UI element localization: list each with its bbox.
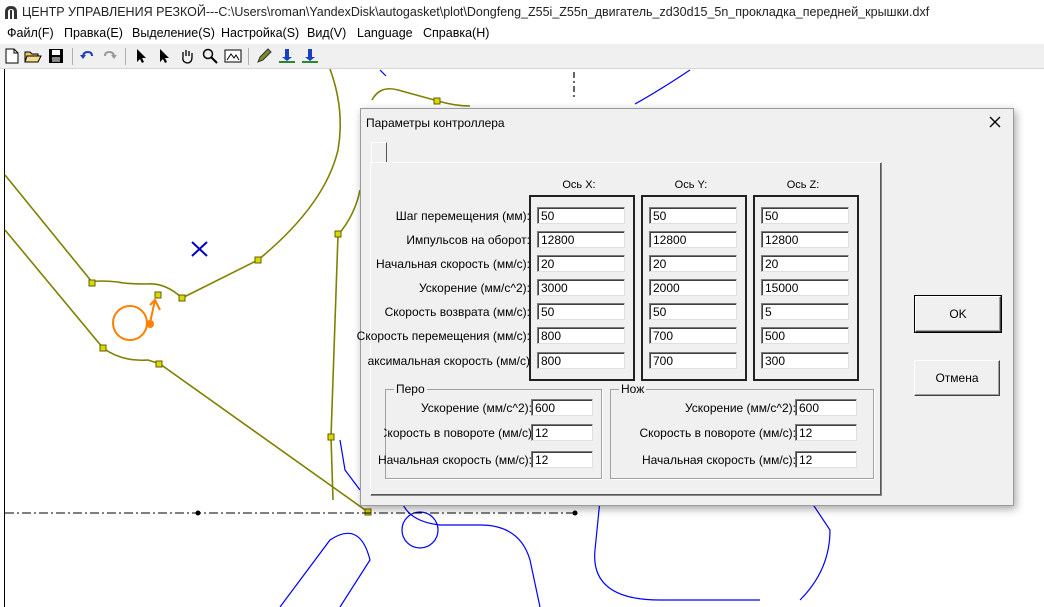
axis-y-start-speed-field[interactable]: [649, 255, 737, 272]
pen-group-title: Перо: [394, 382, 427, 396]
pen-acceleration-label: Ускорение (мм/с^2):: [420, 401, 532, 415]
axis-x-header: Ось X:: [562, 179, 596, 191]
axis-z-header: Ось Z:: [786, 179, 820, 191]
knife-start-speed-label: Начальная скорость (мм/с):: [641, 453, 796, 467]
axis-x-travel-speed-field[interactable]: [537, 327, 625, 344]
toolbar: [0, 44, 1044, 69]
menu-view[interactable]: Вид(V): [307, 26, 346, 40]
toolbar-separator: [125, 48, 126, 65]
menu-settings[interactable]: Настройка(S): [221, 26, 299, 40]
axis-y-max-speed-field[interactable]: [649, 352, 737, 369]
row-label-step: Шаг перемещения (мм):: [395, 209, 530, 223]
pen-turn-speed-label: Скорость в повороте (мм/с):: [384, 426, 532, 440]
menu-selection[interactable]: Выделение(S): [132, 26, 215, 40]
knife-start-speed-field[interactable]: [795, 451, 857, 468]
axis-y-travel-speed-field[interactable]: [649, 327, 737, 344]
axis-x-acceleration-field[interactable]: [537, 279, 625, 296]
axis-y-pulses-field[interactable]: [649, 231, 737, 248]
zoom-fit-icon[interactable]: [224, 47, 242, 65]
axis-y-step-field[interactable]: [649, 207, 737, 224]
axis-x-start-speed-field[interactable]: [537, 255, 625, 272]
axis-x-return-speed-field[interactable]: [537, 303, 625, 320]
pan-hand-icon[interactable]: [178, 47, 196, 65]
menu-help[interactable]: Справка(H): [423, 26, 489, 40]
row-label-return-speed: Скорость возврата (мм/с):: [384, 305, 530, 319]
axis-y-header: Ось Y:: [674, 179, 708, 191]
pen-icon[interactable]: [255, 47, 273, 65]
controller-params-dialog: Параметры контроллера Ось X: Ось Y: Ось …: [356, 108, 1014, 506]
toolbar-separator: [72, 48, 73, 65]
row-label-pulses: Импульсов на оборот:: [406, 233, 530, 247]
cancel-button[interactable]: Отмена: [914, 360, 1000, 396]
menu-edit[interactable]: Правка(E): [64, 26, 123, 40]
axis-z-acceleration-field[interactable]: [761, 279, 849, 296]
knife-turn-speed-label: Скорость в повороте (мм/с):: [639, 426, 796, 440]
ok-button[interactable]: OK: [914, 295, 1002, 333]
app-logo-icon: [5, 6, 17, 19]
toolbar-separator: [248, 48, 249, 65]
pen-down-icon[interactable]: [278, 47, 296, 65]
axis-y-acceleration-field[interactable]: [649, 279, 737, 296]
pen-start-speed-field[interactable]: [531, 451, 593, 468]
axis-x-max-speed-field[interactable]: [537, 352, 625, 369]
new-file-icon[interactable]: [3, 47, 21, 65]
pen-acceleration-field[interactable]: [531, 399, 593, 416]
tab-header[interactable]: [371, 142, 387, 163]
close-icon[interactable]: [985, 112, 1005, 132]
axis-z-travel-speed-field[interactable]: [761, 327, 849, 344]
axis-z-step-field[interactable]: [761, 207, 849, 224]
row-label-start-speed: Начальная скорость (мм/с):: [375, 257, 530, 271]
axis-z-pulses-field[interactable]: [761, 231, 849, 248]
menu-language[interactable]: Language: [357, 26, 413, 40]
menu-file[interactable]: Файл(F): [7, 26, 54, 40]
zoom-icon[interactable]: [201, 47, 219, 65]
axis-z-start-speed-field[interactable]: [761, 255, 849, 272]
axis-z-max-speed-field[interactable]: [761, 352, 849, 369]
dialog-title: Параметры контроллера: [366, 116, 505, 130]
pen-start-speed-label: Начальная скорость (мм/с):: [377, 453, 532, 467]
title-bar: ЦЕНТР УПРАВЛЕНИЯ РЕЗКОЙ---C:\Users\roman…: [0, 0, 1044, 24]
menu-bar: Файл(F) Правка(E) Выделение(S) Настройка…: [0, 24, 1044, 44]
open-folder-icon[interactable]: [24, 47, 42, 65]
window-title: ЦЕНТР УПРАВЛЕНИЯ РЕЗКОЙ---C:\Users\roman…: [22, 5, 930, 19]
axis-y-return-speed-field[interactable]: [649, 303, 737, 320]
knife-group-title: Нож: [619, 382, 647, 396]
redo-icon[interactable]: [101, 47, 119, 65]
knife-acceleration-field[interactable]: [795, 399, 857, 416]
row-label-travel-speed: Скорость перемещения (мм/с):: [356, 329, 530, 343]
knife-down-icon[interactable]: [301, 47, 319, 65]
pen-turn-speed-field[interactable]: [531, 424, 593, 441]
knife-turn-speed-field[interactable]: [795, 424, 857, 441]
select-node-icon[interactable]: [155, 47, 173, 65]
row-label-max-speed: Максимальная скорость (мм/с):: [367, 354, 530, 368]
knife-acceleration-label: Ускорение (мм/с^2):: [684, 401, 796, 415]
save-icon[interactable]: [47, 47, 65, 65]
select-arrow-icon[interactable]: [132, 47, 150, 65]
axis-x-step-field[interactable]: [537, 207, 625, 224]
axis-x-pulses-field[interactable]: [537, 231, 625, 248]
axis-z-return-speed-field[interactable]: [761, 303, 849, 320]
row-label-acceleration: Ускорение (мм/с^2):: [418, 281, 530, 295]
undo-icon[interactable]: [78, 47, 96, 65]
